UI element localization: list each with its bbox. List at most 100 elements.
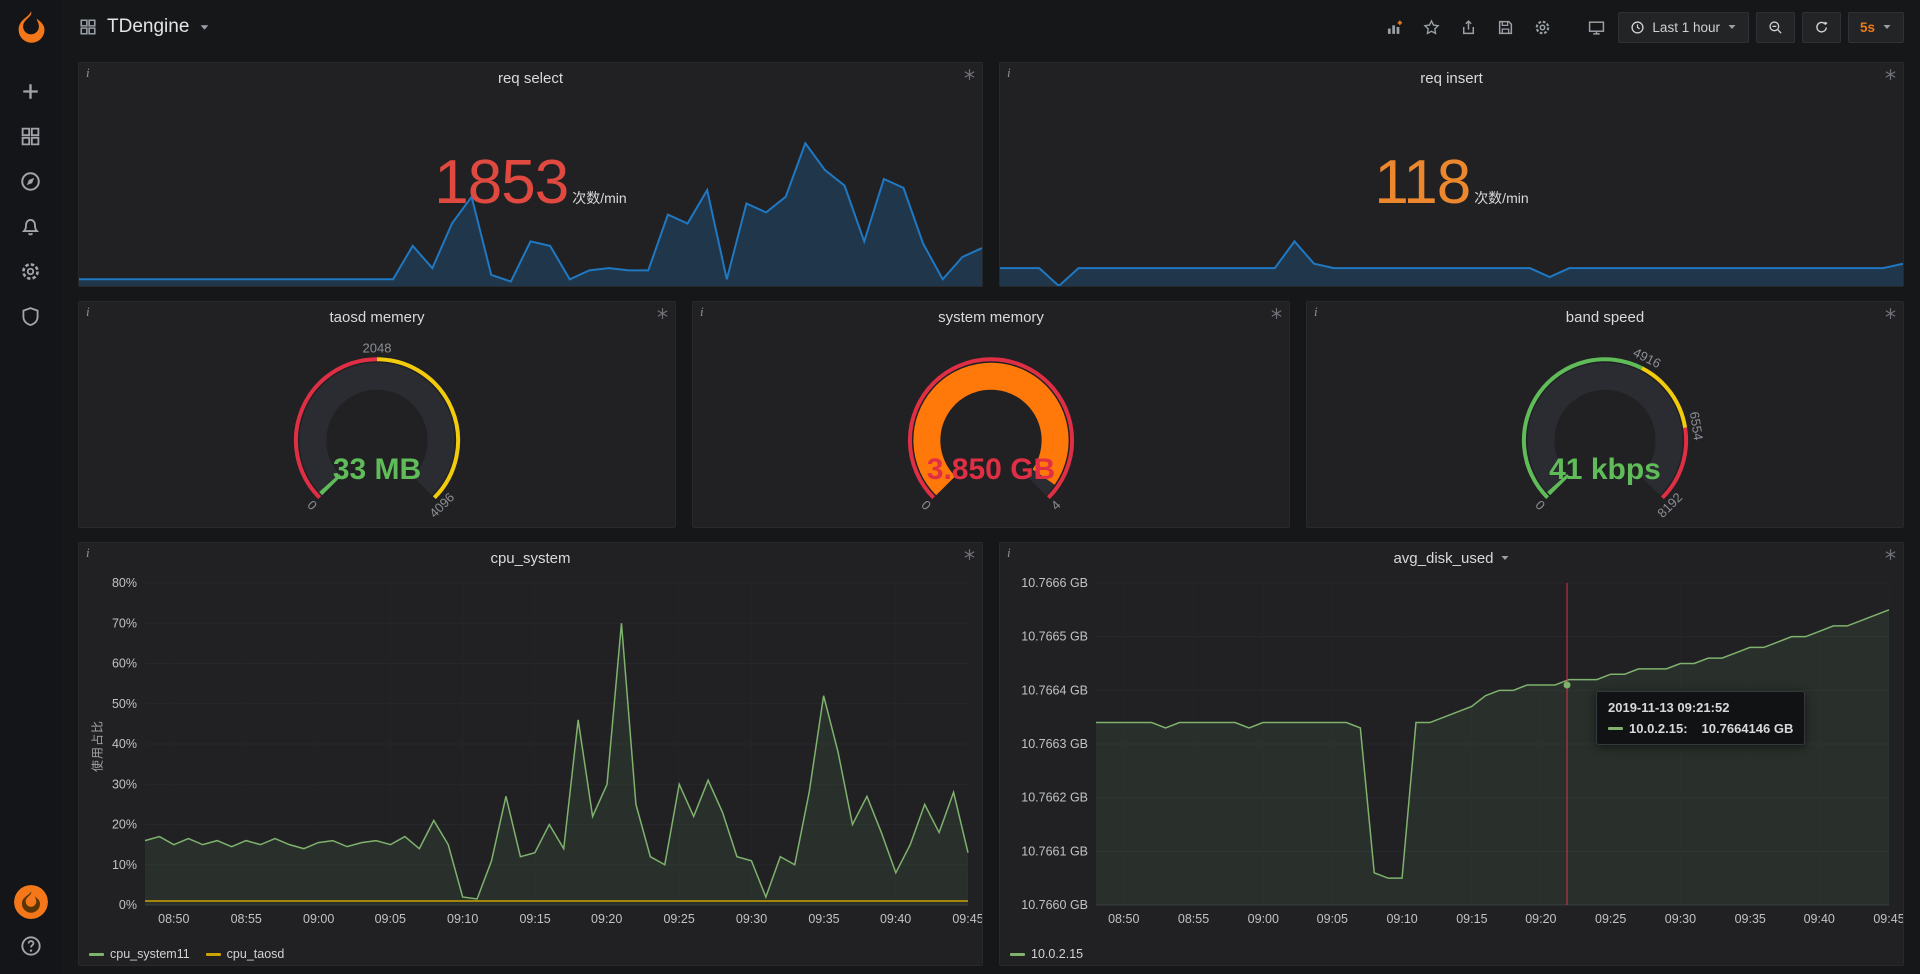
time-range-label: Last 1 hour: [1652, 20, 1720, 35]
panel-loading-icon[interactable]: [1270, 307, 1283, 320]
graph-legend: cpu_system11 cpu_taosd: [89, 947, 284, 961]
refresh-button[interactable]: [1802, 12, 1841, 43]
sidebar-item-explore[interactable]: [0, 159, 61, 204]
svg-text:08:55: 08:55: [1178, 912, 1209, 926]
svg-text:09:35: 09:35: [808, 912, 839, 926]
stat-unit: 次数/min: [572, 188, 626, 208]
svg-text:09:25: 09:25: [1595, 912, 1626, 926]
zoom-out-button[interactable]: [1756, 12, 1795, 43]
panel-info-icon[interactable]: i: [700, 304, 704, 320]
panel-loading-icon[interactable]: [963, 68, 976, 81]
panel-info-icon[interactable]: i: [1007, 65, 1011, 81]
sidebar-item-dashboards[interactable]: [0, 114, 61, 159]
panel-title[interactable]: req select: [79, 63, 982, 93]
refresh-interval-label: 5s: [1860, 20, 1875, 35]
panel-info-icon[interactable]: i: [1314, 304, 1318, 320]
panel-title[interactable]: cpu_system: [79, 543, 982, 573]
tooltip-series-value: 10.7664146 GB: [1702, 721, 1794, 736]
panel-loading-icon[interactable]: [963, 548, 976, 561]
graph-legend: 10.0.2.15: [1010, 947, 1083, 961]
svg-text:10.7666 GB: 10.7666 GB: [1021, 576, 1088, 590]
avg-disk-used-graph[interactable]: 10.7660 GB10.7661 GB10.7662 GB10.7663 GB…: [1000, 573, 1903, 939]
legend-item-cpu-system11[interactable]: cpu_system11: [89, 947, 190, 961]
dashboard-title[interactable]: TDengine: [107, 16, 189, 38]
panel-loading-icon[interactable]: [1884, 68, 1897, 81]
panel-loading-icon[interactable]: [1884, 307, 1897, 320]
panel-info-icon[interactable]: i: [86, 545, 90, 561]
svg-text:60%: 60%: [112, 657, 137, 671]
svg-text:08:55: 08:55: [231, 912, 262, 926]
star-icon[interactable]: [1416, 12, 1446, 42]
plus-icon: [20, 81, 41, 102]
legend-item-cpu-taosd[interactable]: cpu_taosd: [206, 947, 285, 961]
panel-title[interactable]: system memory: [693, 302, 1289, 332]
band-speed-gauge: 0819249166554: [1307, 302, 1903, 527]
refresh-interval-button[interactable]: 5s: [1848, 12, 1904, 43]
tooltip-series-label: 10.0.2.15:: [1629, 721, 1688, 736]
req-insert-value: 118 次数/min: [1000, 147, 1903, 218]
svg-text:09:10: 09:10: [447, 912, 478, 926]
sidebar-item-create[interactable]: [0, 69, 61, 114]
svg-text:09:20: 09:20: [591, 912, 622, 926]
shield-icon: [20, 306, 41, 327]
panel-info-icon[interactable]: i: [1007, 545, 1011, 561]
tooltip-series-dash: [1608, 727, 1623, 730]
grafana-logo[interactable]: [13, 9, 49, 45]
sidebar-item-alerting[interactable]: [0, 204, 61, 249]
cycle-view-monitor-icon[interactable]: [1581, 12, 1611, 42]
bell-icon: [20, 216, 41, 237]
y-axis-label: 使用占比: [89, 720, 106, 772]
panel-info-icon[interactable]: i: [86, 304, 90, 320]
cpu-system-graph[interactable]: 0%10%20%30%40%50%60%70%80%08:5008:5509:0…: [79, 573, 982, 939]
chevron-down-icon: [1727, 22, 1737, 32]
gauge-value: 41 kbps: [1307, 453, 1903, 487]
svg-text:08:50: 08:50: [1108, 912, 1139, 926]
help-icon[interactable]: [20, 935, 42, 962]
svg-text:09:05: 09:05: [375, 912, 406, 926]
svg-text:09:20: 09:20: [1525, 912, 1556, 926]
chevron-down-icon[interactable]: [199, 22, 210, 33]
panel-loading-icon[interactable]: [656, 307, 669, 320]
svg-text:09:45: 09:45: [1873, 912, 1903, 926]
panel-title[interactable]: avg_disk_used: [1000, 543, 1903, 573]
svg-text:2048: 2048: [363, 340, 392, 355]
dashboard-icon: [79, 18, 97, 36]
stat-value: 118: [1374, 147, 1470, 218]
panel-title[interactable]: taosd memery: [79, 302, 675, 332]
panel-title[interactable]: band speed: [1307, 302, 1903, 332]
add-panel-icon[interactable]: [1379, 12, 1409, 42]
svg-text:6554: 6554: [1687, 410, 1706, 441]
svg-text:09:30: 09:30: [736, 912, 767, 926]
svg-text:09:45: 09:45: [952, 912, 982, 926]
time-range-picker[interactable]: Last 1 hour: [1618, 12, 1749, 43]
svg-text:09:15: 09:15: [519, 912, 550, 926]
svg-text:09:05: 09:05: [1317, 912, 1348, 926]
save-icon[interactable]: [1490, 12, 1520, 42]
svg-text:10.7661 GB: 10.7661 GB: [1021, 844, 1088, 858]
navbar: TDengine: [61, 0, 1920, 54]
legend-item-10-0-2-15[interactable]: 10.0.2.15: [1010, 947, 1083, 961]
svg-text:10%: 10%: [112, 858, 137, 872]
svg-text:40%: 40%: [112, 737, 137, 751]
panel-req-insert: i req insert 118 次数/min: [999, 62, 1904, 287]
sidebar-item-server-admin[interactable]: [0, 294, 61, 339]
sidebar-item-configuration[interactable]: [0, 249, 61, 294]
panel-title[interactable]: req insert: [1000, 63, 1903, 93]
svg-text:10.7665 GB: 10.7665 GB: [1021, 630, 1088, 644]
svg-text:09:30: 09:30: [1665, 912, 1696, 926]
svg-text:09:10: 09:10: [1386, 912, 1417, 926]
svg-text:0: 0: [304, 497, 320, 513]
gear-icon: [20, 261, 41, 282]
svg-text:09:00: 09:00: [303, 912, 334, 926]
svg-text:0: 0: [1532, 497, 1548, 513]
svg-text:09:00: 09:00: [1248, 912, 1279, 926]
graph-tooltip: 2019-11-13 09:21:52 10.0.2.15: 10.766414…: [1596, 691, 1805, 745]
settings-gear-icon[interactable]: [1527, 12, 1557, 42]
panel-loading-icon[interactable]: [1884, 548, 1897, 561]
panel-info-icon[interactable]: i: [86, 65, 90, 81]
svg-text:10.7663 GB: 10.7663 GB: [1021, 737, 1088, 751]
user-avatar[interactable]: [14, 885, 48, 919]
share-icon[interactable]: [1453, 12, 1483, 42]
clock-icon: [1630, 20, 1645, 35]
svg-text:70%: 70%: [112, 616, 137, 630]
